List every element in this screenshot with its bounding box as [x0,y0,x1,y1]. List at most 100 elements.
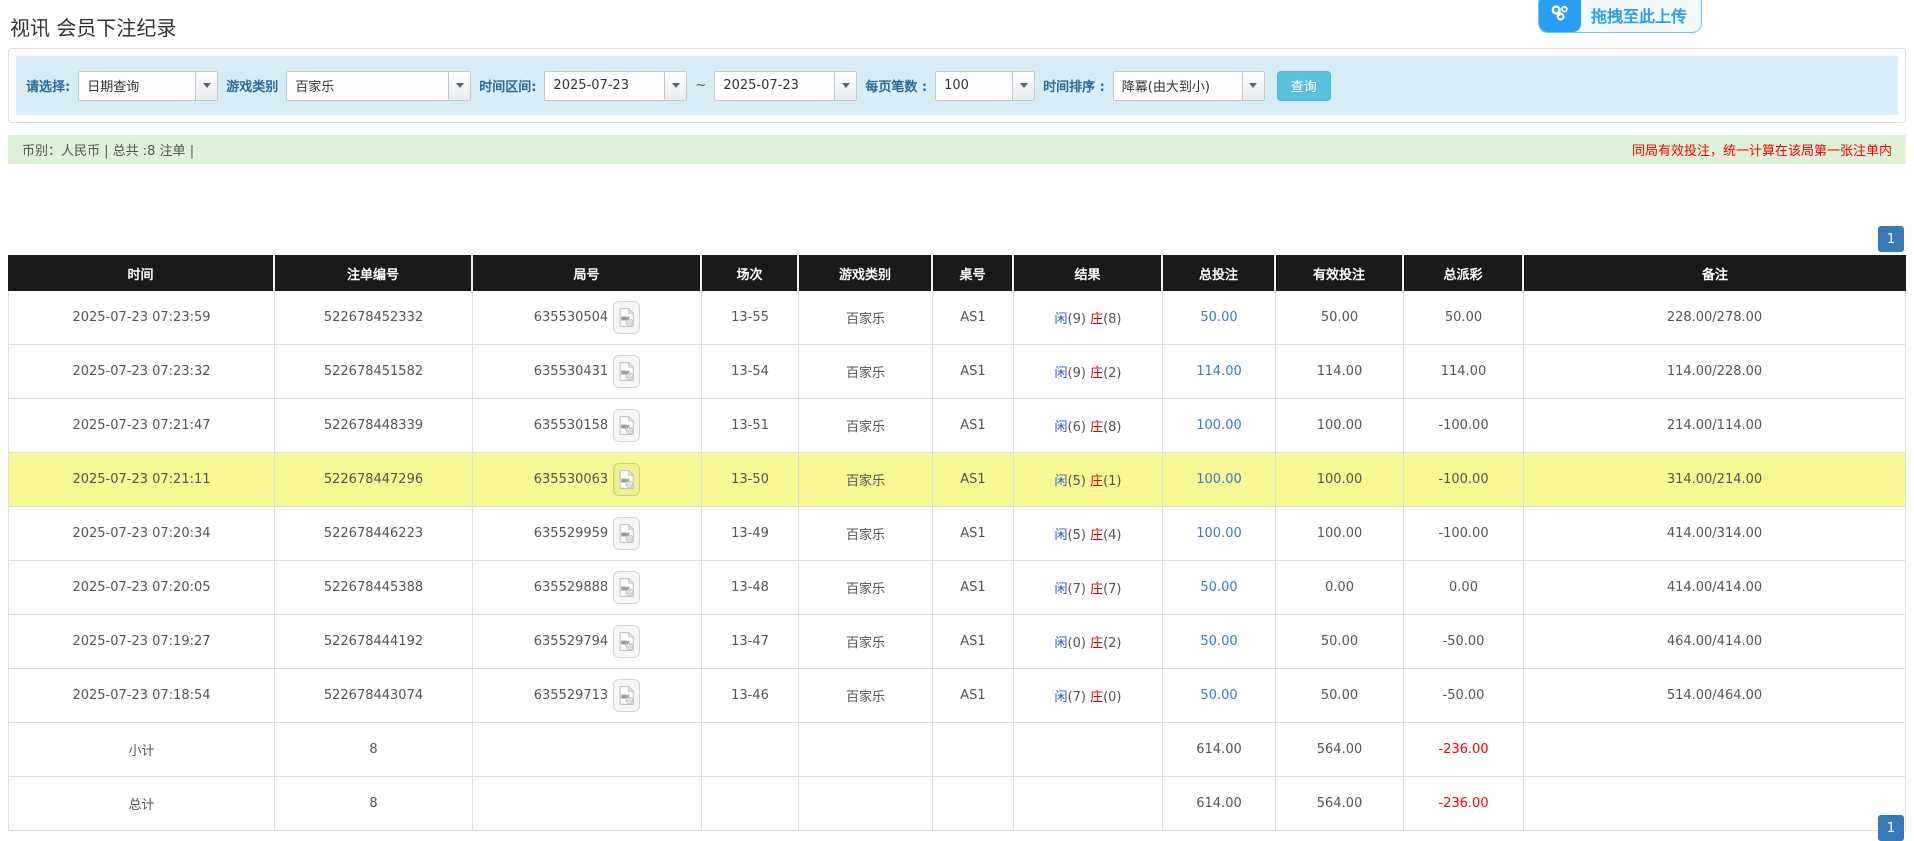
search-button[interactable]: 查询 [1277,71,1331,101]
header-time: 时间 [8,255,275,291]
page-size-input[interactable] [936,72,1012,100]
cell-valid-bet: 50.00 [1276,615,1404,669]
subtotal-valid-bet: 564.00 [1276,723,1404,777]
date-to-input[interactable] [715,72,834,100]
cell-time: 2025-07-23 07:23:32 [8,345,275,399]
header-valid-bet: 有效投注 [1276,255,1404,291]
date-from-picker[interactable] [544,71,687,101]
chevron-down-icon[interactable] [1012,72,1034,100]
pagination-page-1-top[interactable]: 1 [1878,226,1904,252]
cell-bet-number: 522678445388 [275,561,473,615]
table-row: 2025-07-23 07:21:47 522678448339 6355301… [8,399,1906,453]
date-from-input[interactable] [545,72,664,100]
cell-time: 2025-07-23 07:18:54 [8,669,275,723]
cell-payout: 0.00 [1404,561,1524,615]
cell-payout: -50.00 [1404,669,1524,723]
video-replay-button[interactable] [613,355,640,388]
game-type-input[interactable] [287,72,448,100]
cell-bet-number: 522678446223 [275,507,473,561]
cell-session: 13-51 [702,399,799,453]
video-replay-button[interactable] [613,301,640,334]
total-bet-link[interactable]: 114.00 [1196,364,1242,379]
video-replay-button[interactable] [613,463,640,496]
result-banker-score: (2) [1103,636,1121,651]
select-type-label: 请选择: [26,76,70,95]
cell-game-type: 百家乐 [799,561,933,615]
result-player-label: 闲 [1054,366,1067,381]
game-type-combobox[interactable] [286,71,471,101]
video-replay-button[interactable] [613,679,640,712]
total-bet-link[interactable]: 50.00 [1200,634,1237,649]
cell-note: 414.00/314.00 [1524,507,1906,561]
cell-table-number: AS1 [933,345,1014,399]
cell-session: 13-46 [702,669,799,723]
video-replay-button[interactable] [613,571,640,604]
cell-game-type: 百家乐 [799,291,933,345]
cell-result: 闲(9) 庄(2) [1014,345,1163,399]
video-file-icon [618,361,635,382]
chevron-down-icon[interactable] [1242,72,1264,100]
drag-upload-widget[interactable]: 拖拽至此上传 [1538,0,1702,33]
game-type-label: 游戏类别 [226,76,278,95]
total-bet-link[interactable]: 50.00 [1200,310,1237,325]
pagination-page-1-bottom[interactable]: 1 [1878,815,1904,841]
total-valid-bet: 564.00 [1276,777,1404,831]
video-replay-button[interactable] [613,517,640,550]
video-file-icon [618,685,635,706]
cell-table-number: AS1 [933,399,1014,453]
subtotal-row: 小计 8 614.00 564.00 -236.00 [8,723,1906,777]
result-banker-score: (7) [1103,582,1121,597]
cell-table-number: AS1 [933,615,1014,669]
result-player-label: 闲 [1054,420,1067,435]
cell-valid-bet: 100.00 [1276,399,1404,453]
chevron-down-icon[interactable] [664,72,686,100]
total-bet-link[interactable]: 50.00 [1200,688,1237,703]
cell-game-type: 百家乐 [799,453,933,507]
total-total-bet: 614.00 [1163,777,1276,831]
chevron-down-icon[interactable] [834,72,856,100]
cell-session: 13-54 [702,345,799,399]
total-bet-link[interactable]: 100.00 [1196,418,1242,433]
video-file-icon [618,523,635,544]
total-bet-link[interactable]: 100.00 [1196,526,1242,541]
cell-round-number: 635529794 [534,634,608,649]
time-sort-input[interactable] [1114,72,1242,100]
cell-bet-number: 522678443074 [275,669,473,723]
cell-bet-number: 522678452332 [275,291,473,345]
cell-time: 2025-07-23 07:20:34 [8,507,275,561]
total-bet-link[interactable]: 100.00 [1196,472,1242,487]
filter-panel: 请选择: 游戏类别 时间区间: ~ 每页笔数 : 时间排序 : [8,48,1906,123]
summary-bar: 币别：人民币 | 总共 :8 注单 | 同局有效投注，统一计算在该局第一张注单内 [8,135,1906,164]
cell-table-number: AS1 [933,669,1014,723]
result-banker-score: (2) [1103,366,1121,381]
cell-payout: -50.00 [1404,615,1524,669]
video-replay-button[interactable] [613,409,640,442]
query-type-input[interactable] [79,72,195,100]
total-label: 总计 [8,777,275,831]
cell-session: 13-55 [702,291,799,345]
video-replay-button[interactable] [613,625,640,658]
header-result: 结果 [1014,255,1163,291]
date-to-picker[interactable] [714,71,857,101]
filter-bar: 请选择: 游戏类别 时间区间: ~ 每页笔数 : 时间排序 : [16,56,1898,115]
cell-time: 2025-07-23 07:21:11 [8,453,275,507]
chevron-down-icon[interactable] [195,72,217,100]
total-bet-link[interactable]: 50.00 [1200,580,1237,595]
header-round-number: 局号 [473,255,702,291]
cell-note: 464.00/414.00 [1524,615,1906,669]
cell-result: 闲(6) 庄(8) [1014,399,1163,453]
cell-note: 214.00/114.00 [1524,399,1906,453]
cell-game-type: 百家乐 [799,399,933,453]
cell-note: 414.00/414.00 [1524,561,1906,615]
result-player-score: (9) [1068,366,1086,381]
total-row: 总计 8 614.00 564.00 -236.00 [8,777,1906,831]
page-size-combobox[interactable] [935,71,1035,101]
result-banker-score: (0) [1103,690,1121,705]
time-sort-combobox[interactable] [1113,71,1265,101]
result-player-label: 闲 [1054,474,1067,489]
total-count: 8 [275,777,473,831]
chevron-down-icon[interactable] [448,72,470,100]
video-file-icon [618,469,635,490]
query-type-combobox[interactable] [78,71,218,101]
result-player-label: 闲 [1054,690,1067,705]
